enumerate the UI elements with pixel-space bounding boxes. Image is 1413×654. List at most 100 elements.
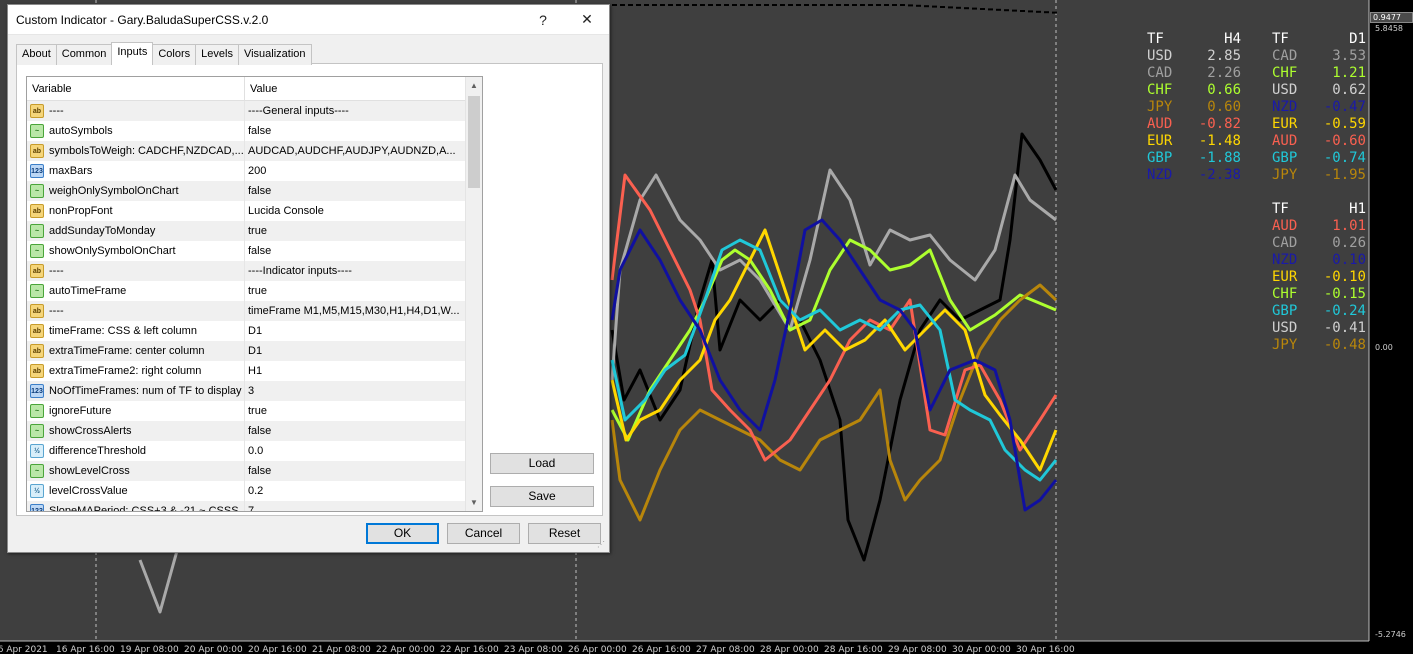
tab-levels[interactable]: Levels [195,44,239,65]
value-cell[interactable]: AUDCAD,AUDCHF,AUDJPY,AUDNZD,A... [245,145,482,157]
help-icon[interactable]: ? [521,5,565,35]
table-row[interactable]: ab timeFrame: CSS & left column D1 [27,321,482,341]
tab-visualization[interactable]: Visualization [237,44,312,65]
value-cell[interactable]: timeFrame M1,M5,M15,M30,H1,H4,D1,W... [245,305,482,317]
value-cell[interactable]: false [245,245,482,257]
table-row[interactable]: ~ autoTimeFrame true [27,281,482,301]
value-cell[interactable]: false [245,185,482,197]
value-cell[interactable]: 0.2 [245,485,482,497]
price-bar [612,4,617,6]
price-bar [1020,10,1025,12]
table-row[interactable]: ~ autoSymbols false [27,121,482,141]
value-cell[interactable]: ----General inputs---- [245,105,482,117]
time-tick-label: 20 Apr 16:00 [248,645,307,654]
value-cell[interactable]: false [245,125,482,137]
table-header: TF H4 [1147,31,1241,48]
value-cell[interactable]: false [245,465,482,477]
currency-code: GBP [1272,303,1298,319]
strength-row: GBP -0.74 [1272,150,1366,167]
currency-code: USD [1272,320,1298,336]
table-row[interactable]: ab nonPropFont Lucida Console [27,201,482,221]
strength-value: -0.60 [1323,133,1366,149]
table-row[interactable]: ab ---- ----Indicator inputs---- [27,261,482,281]
strength-value: 3.53 [1332,48,1366,64]
value-cell[interactable]: 200 [245,165,482,177]
table-row[interactable]: ab symbolsToWeigh: CADCHF,NZDCAD,... AUDCA… [27,141,482,161]
strength-row: CAD 2.26 [1147,65,1241,82]
price-bar [684,4,689,6]
currency-code: EUR [1272,116,1298,132]
value-cell[interactable]: ----Indicator inputs---- [245,265,482,277]
reset-button[interactable]: Reset [528,523,601,544]
value-cell[interactable]: 3 [245,385,482,397]
table-row[interactable]: ~ ignoreFuture true [27,401,482,421]
strength-value: 2.85 [1207,48,1241,64]
dialog-titlebar[interactable]: Custom Indicator - Gary.BaludaSuperCSS.v… [8,5,609,35]
price-bar [708,4,713,6]
table-row[interactable]: ab ---- timeFrame M1,M5,M15,M30,H1,H4,D1,W… [27,301,482,321]
resize-grip-icon[interactable]: ⋰ [597,540,607,550]
price-bar [796,4,801,6]
tab-inputs[interactable]: Inputs [111,42,154,65]
variable-name: weighOnlySymbolOnChart [49,185,179,197]
tab-common[interactable]: Common [55,44,113,65]
strength-value: -1.88 [1198,150,1241,166]
price-bar [820,4,825,6]
table-row[interactable]: ~ showLevelCross false [27,461,482,481]
close-icon[interactable]: ✕ [565,5,609,35]
variable-cell: ab extraTimeFrame: center column [27,341,245,361]
value-cell[interactable]: D1 [245,325,482,337]
table-row[interactable]: ab extraTimeFrame2: right column H1 [27,361,482,381]
variable-name: NoOfTimeFrames: num of TF to display [49,385,242,397]
currency-code: CHF [1147,82,1173,98]
strength-value: -0.10 [1323,269,1366,285]
save-button[interactable]: Save [490,486,594,507]
grid-body: ab ---- ----General inputs---- ~ autoSymbols… [27,101,482,512]
table-row[interactable]: 123 SlopeMAPeriod: CSS+3 & -21 ~ CSSS... 7 [27,501,482,512]
value-cell[interactable]: Lucida Console [245,205,482,217]
value-cell[interactable]: true [245,405,482,417]
table-row[interactable]: ~ weighOnlySymbolOnChart false [27,181,482,201]
ok-button[interactable]: OK [366,523,439,544]
price-bar [756,4,761,6]
load-button[interactable]: Load [490,453,594,474]
value-cell[interactable]: 0.0 [245,445,482,457]
column-variable[interactable]: Variable [27,77,245,100]
table-row[interactable]: ab ---- ----General inputs---- [27,101,482,121]
column-value[interactable]: Value [245,77,482,100]
custom-indicator-dialog: Custom Indicator - Gary.BaludaSuperCSS.v… [7,4,610,553]
time-tick-label: 20 Apr 00:00 [184,645,243,654]
price-scale-bottom: -5.2746 [1375,630,1406,639]
variable-name: ignoreFuture [49,405,112,417]
table-row[interactable]: ½ levelCrossValue 0.2 [27,481,482,501]
table-row[interactable]: ~ addSundayToMonday true [27,221,482,241]
string-type-icon: ab [30,144,44,158]
value-cell[interactable]: 7 [245,505,482,511]
time-tick-label: 23 Apr 08:00 [504,645,563,654]
table-row[interactable]: ~ showOnlySymbolOnChart false [27,241,482,261]
scroll-thumb[interactable] [468,96,480,188]
cancel-button[interactable]: Cancel [447,523,520,544]
table-header: TF H1 [1272,201,1366,218]
grid-scrollbar[interactable]: ▲ ▼ [465,77,482,511]
value-cell[interactable]: D1 [245,345,482,357]
currency-code: CHF [1272,65,1298,81]
scroll-down-icon[interactable]: ▼ [466,494,482,511]
table-row[interactable]: ½ differenceThreshold 0.0 [27,441,482,461]
tab-about[interactable]: About [16,44,57,65]
value-cell[interactable]: true [245,285,482,297]
variable-cell: ab extraTimeFrame2: right column [27,361,245,381]
strength-row: USD -0.41 [1272,320,1366,337]
table-row[interactable]: ~ showCrossAlerts false [27,421,482,441]
table-row[interactable]: ab extraTimeFrame: center column D1 [27,341,482,361]
tab-colors[interactable]: Colors [152,44,197,65]
value-cell[interactable]: true [245,225,482,237]
price-scale-zero: 0.00 [1375,343,1393,352]
table-row[interactable]: 123 NoOfTimeFrames: num of TF to display 3 [27,381,482,401]
value-cell[interactable]: H1 [245,365,482,377]
value-cell[interactable]: false [245,425,482,437]
time-tick-label: 16 Apr 2021 [0,645,48,654]
scroll-up-icon[interactable]: ▲ [466,77,482,94]
variable-name: SlopeMAPeriod: CSS+3 & -21 ~ CSSS... [49,505,245,512]
table-row[interactable]: 123 maxBars 200 [27,161,482,181]
